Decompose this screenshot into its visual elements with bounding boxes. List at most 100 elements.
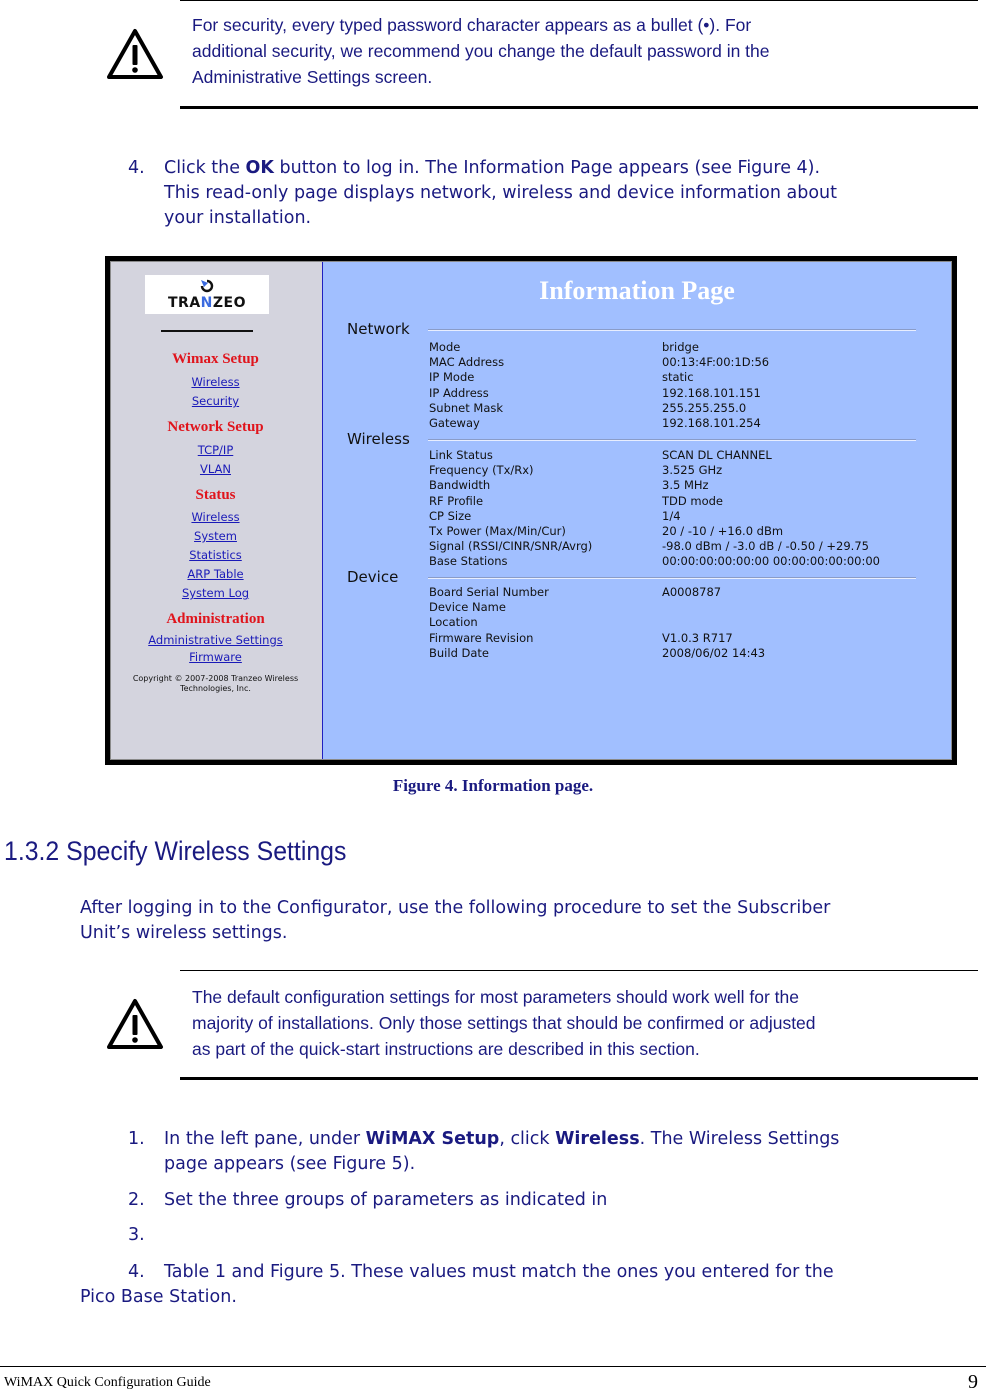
- info-row-value: 3.5 MHz: [662, 478, 709, 493]
- info-row-value: 2008/06/02 14:43: [662, 645, 766, 660]
- section-divider: [428, 329, 916, 331]
- step-4-continued: 4. Table 1 and Figure 5. These values mus…: [128, 1260, 986, 1285]
- step-number: 3.: [128, 1225, 145, 1245]
- logo-text-part: N: [200, 295, 213, 311]
- copyright-line: Copyright © 2007-2008 Tranzeo Wireless: [132, 674, 299, 683]
- default-settings-note: The default configuration settings for m…: [180, 970, 978, 1082]
- sidebar-link-system[interactable]: System: [111, 529, 320, 543]
- note-line: as part of the quick-start instructions …: [192, 1039, 700, 1059]
- note-line: majority of installations. Only those se…: [192, 1013, 816, 1033]
- info-row-label: Bandwidth: [429, 478, 491, 493]
- warning-icon: [107, 999, 163, 1049]
- logo-text-part: TRA: [167, 295, 201, 311]
- sidebar-link-administrative-settings[interactable]: Administrative Settings: [111, 633, 320, 647]
- ok-button-reference: OK: [245, 158, 274, 178]
- info-row-label: Frequency (Tx/Rx): [429, 463, 534, 478]
- sidebar-link-vlan[interactable]: VLAN: [111, 462, 320, 476]
- step-text: In the left pane, under: [164, 1129, 366, 1149]
- sidebar-link-security[interactable]: Security: [111, 394, 320, 408]
- section-divider: [428, 577, 916, 579]
- step-text: Click the: [164, 158, 246, 178]
- step-2: 2. Set the three groups of parameters as …: [128, 1188, 986, 1213]
- information-page-title: Information Page: [539, 276, 735, 305]
- info-row-value: A0008787: [662, 585, 722, 599]
- info-row-label: Firmware Revision: [429, 630, 534, 645]
- note-line: Administrative Settings screen.: [192, 67, 433, 87]
- info-row-value: bridge: [662, 340, 699, 354]
- info-row-label: Tx Power (Max/Min/Cur): [429, 524, 566, 538]
- logo-mark-icon: [200, 279, 214, 293]
- info-row-label: Location: [429, 615, 478, 630]
- info-row-label: Board Serial Number: [429, 585, 549, 599]
- section-label-wireless: Wireless: [347, 430, 410, 448]
- sidebar-heading-network-setup: Network Setup: [167, 419, 264, 435]
- sidebar-link-status-wireless[interactable]: Wireless: [111, 510, 320, 524]
- intro-line: After logging in to the Configurator, us…: [80, 898, 831, 918]
- step-text: page appears (see Figure 5).: [164, 1154, 416, 1174]
- step-number: 4.: [128, 158, 145, 178]
- step-number: 1.: [128, 1129, 145, 1149]
- step-4: 4. Click the OK button to log in. The Inf…: [128, 156, 986, 231]
- information-page-screenshot: TRANZEO Wimax Setup Wireless Security Ne…: [105, 256, 957, 765]
- step-1: 1. In the left pane, under WiMAX Setup, c…: [128, 1127, 986, 1177]
- info-row-value: 255.255.255.0: [662, 400, 747, 415]
- sidebar-heading-administration: Administration: [166, 611, 265, 627]
- info-row-value: 00:00:00:00:00:00 00:00:00:00:00:00: [662, 554, 881, 569]
- sidebar-divider: [161, 330, 253, 332]
- warning-icon: [107, 29, 163, 79]
- sidebar-link-statistics[interactable]: Statistics: [111, 548, 320, 562]
- section-label-network: Network: [347, 320, 410, 338]
- logo-text-part: ZEO: [212, 295, 246, 311]
- info-row-value: V1.0.3 R717: [662, 630, 733, 645]
- sidebar-heading-status: Status: [195, 487, 236, 503]
- info-row-label: Mode: [429, 340, 461, 354]
- section-divider: [428, 439, 916, 441]
- step-number: 2.: [128, 1190, 145, 1210]
- step-text: Set the three groups of parameters as in…: [164, 1190, 608, 1210]
- sidebar-link-firmware[interactable]: Firmware: [111, 650, 320, 664]
- info-row-label: CP Size: [429, 508, 472, 523]
- info-row-value: 3.525 GHz: [662, 463, 723, 478]
- page-number: 9: [968, 1371, 978, 1393]
- note-text: For security, every typed password chara…: [192, 12, 968, 90]
- sidebar-link-wimax-wireless[interactable]: Wireless: [111, 375, 320, 389]
- information-panel: Information Page Network Mode bridge MAC Ad…: [322, 262, 951, 759]
- info-row-label: Gateway: [429, 416, 480, 430]
- sidebar-link-arp-table[interactable]: ARP Table: [111, 567, 320, 581]
- step-text: , click: [499, 1129, 556, 1149]
- sidebar-heading-wimax-setup: Wimax Setup: [172, 351, 259, 367]
- section-intro: After logging in to the Configurator, us…: [80, 896, 986, 946]
- logo-text: TRANZEO: [145, 295, 269, 311]
- sidebar: TRANZEO Wimax Setup Wireless Security Ne…: [111, 262, 320, 759]
- section-heading: 1.3.2 Specify Wireless Settings: [4, 836, 347, 866]
- section-label-device: Device: [347, 568, 399, 586]
- copyright-line: Technologies, Inc.: [180, 684, 251, 693]
- info-row-value: static: [662, 370, 694, 385]
- info-row-label: MAC Address: [429, 355, 505, 370]
- info-row-label: IP Mode: [429, 370, 475, 385]
- intro-line: Unit’s wireless settings.: [80, 923, 288, 943]
- info-row-label: IP Address: [429, 385, 489, 400]
- wireless-reference: Wireless: [555, 1129, 640, 1149]
- note-bottom-rule: [180, 1077, 978, 1080]
- note-text: The default configuration settings for m…: [192, 984, 968, 1062]
- note-top-rule: [180, 970, 978, 971]
- step-number: 4.: [128, 1262, 145, 1282]
- info-row-value: 192.168.101.254: [662, 416, 761, 430]
- info-row-value: 20 / -10 / +16.0 dBm: [662, 524, 784, 538]
- info-row-label: RF Profile: [429, 493, 484, 508]
- tranzeo-logo: TRANZEO: [145, 275, 269, 314]
- step-4-line2: Pico Base Station.: [80, 1287, 237, 1307]
- step-text: Table 1 and Figure 5. These values must …: [164, 1262, 834, 1282]
- footer-rule: [0, 1366, 986, 1367]
- info-row-value: SCAN DL CHANNEL: [662, 448, 772, 462]
- sidebar-link-system-log[interactable]: System Log: [111, 586, 320, 600]
- sidebar-link-tcp-ip[interactable]: TCP/IP: [111, 443, 320, 457]
- note-line: The default configuration settings for m…: [192, 987, 799, 1007]
- info-row-value: 1/4: [662, 508, 681, 523]
- note-line: additional security, we recommend you ch…: [192, 41, 770, 61]
- info-row-label: Device Name: [429, 600, 506, 615]
- step-3: 3.: [128, 1223, 986, 1248]
- info-row-label: Signal (RSSI/CINR/SNR/Avrg): [429, 539, 593, 554]
- info-row-value: TDD mode: [662, 493, 724, 508]
